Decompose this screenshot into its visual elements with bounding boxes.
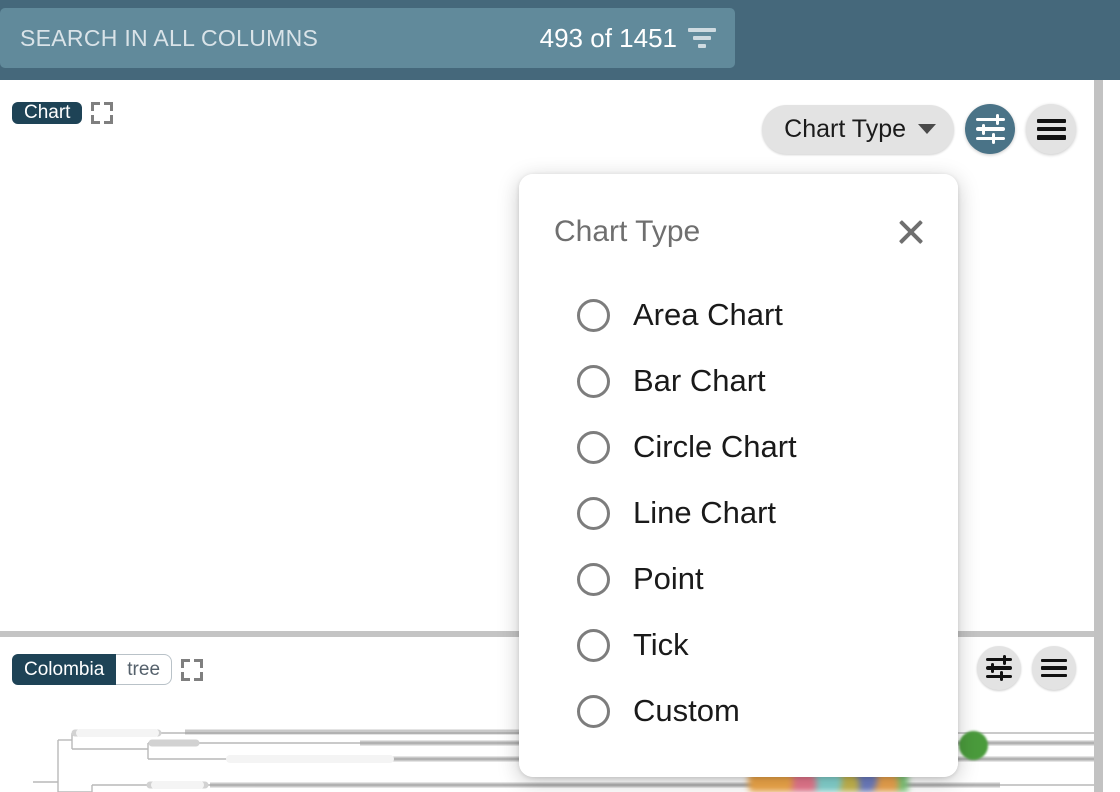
chart-type-button-label: Chart Type	[784, 114, 906, 143]
sliders-settings-icon	[975, 113, 1005, 145]
top-search-bar: SEARCH IN ALL COLUMNS 493 of 1451	[0, 0, 1120, 80]
tree-panel-tag[interactable]: Colombia	[12, 654, 117, 685]
radio-button-icon[interactable]	[577, 694, 610, 728]
tree-panel-subtag[interactable]: tree	[116, 654, 173, 685]
tree-node-marker-green[interactable]	[959, 731, 988, 760]
radio-button-icon[interactable]	[577, 364, 610, 398]
radio-button-icon[interactable]	[577, 562, 610, 596]
app-root: SEARCH IN ALL COLUMNS 493 of 1451 Chart …	[0, 0, 1120, 792]
option-label: Circle Chart	[633, 429, 797, 464]
search-input[interactable]: SEARCH IN ALL COLUMNS 493 of 1451	[0, 8, 735, 68]
chart-type-option-bar-chart[interactable]: Bar Chart	[577, 348, 937, 414]
chart-type-option-list: Area Chart Bar Chart Circle Chart Line C…	[577, 282, 937, 744]
chart-type-option-tick[interactable]: Tick	[577, 612, 937, 678]
chart-type-option-point[interactable]: Point	[577, 546, 937, 612]
chart-type-dialog: Chart Type Area Chart Bar Chart Circle C…	[519, 174, 958, 777]
tree-settings-button[interactable]	[977, 646, 1021, 690]
option-label: Tick	[633, 627, 689, 662]
radio-button-icon[interactable]	[577, 430, 610, 464]
vertical-scrollbar[interactable]	[1094, 80, 1103, 792]
option-label: Bar Chart	[633, 363, 766, 398]
chevron-down-icon	[918, 124, 936, 134]
chart-type-option-custom[interactable]: Custom	[577, 678, 937, 744]
filter-funnel-icon[interactable]	[687, 25, 717, 51]
radio-button-icon[interactable]	[577, 496, 610, 530]
option-label: Point	[633, 561, 704, 596]
search-result-count-group: 493 of 1451	[540, 8, 717, 68]
hamburger-menu-icon	[1041, 658, 1067, 678]
right-gutter	[1103, 80, 1120, 792]
radio-button-icon[interactable]	[577, 298, 610, 332]
tree-menu-button[interactable]	[1032, 646, 1076, 690]
expand-fullscreen-icon[interactable]	[91, 102, 114, 124]
hamburger-menu-icon	[1036, 118, 1066, 140]
search-result-count: 493 of 1451	[539, 22, 677, 53]
tree-panel-header: Colombia tree	[12, 654, 204, 685]
chart-type-dialog-title: Chart Type	[554, 215, 701, 248]
chart-type-option-circle-chart[interactable]: Circle Chart	[577, 414, 937, 480]
close-x-icon[interactable]	[893, 214, 929, 250]
sliders-settings-icon	[986, 654, 1012, 682]
option-label: Custom	[633, 693, 740, 728]
chart-type-option-area-chart[interactable]: Area Chart	[577, 282, 937, 348]
chart-type-dialog-header: Chart Type	[554, 212, 929, 252]
search-placeholder-label: SEARCH IN ALL COLUMNS	[20, 24, 319, 51]
tree-panel-tag-group: Colombia tree	[12, 654, 173, 685]
tree-panel-toolbar	[977, 646, 1076, 690]
chart-panel-header: Chart	[12, 102, 114, 124]
radio-button-icon[interactable]	[577, 628, 610, 662]
option-label: Line Chart	[633, 495, 777, 530]
expand-fullscreen-icon[interactable]	[181, 658, 204, 681]
chart-type-button[interactable]: Chart Type	[762, 104, 954, 154]
chart-menu-button[interactable]	[1026, 104, 1076, 154]
chart-panel-tag[interactable]: Chart	[12, 102, 83, 124]
chart-panel-toolbar: Chart Type	[762, 104, 1076, 154]
chart-type-option-line-chart[interactable]: Line Chart	[577, 480, 937, 546]
option-label: Area Chart	[633, 297, 783, 332]
chart-settings-button[interactable]	[965, 104, 1015, 154]
